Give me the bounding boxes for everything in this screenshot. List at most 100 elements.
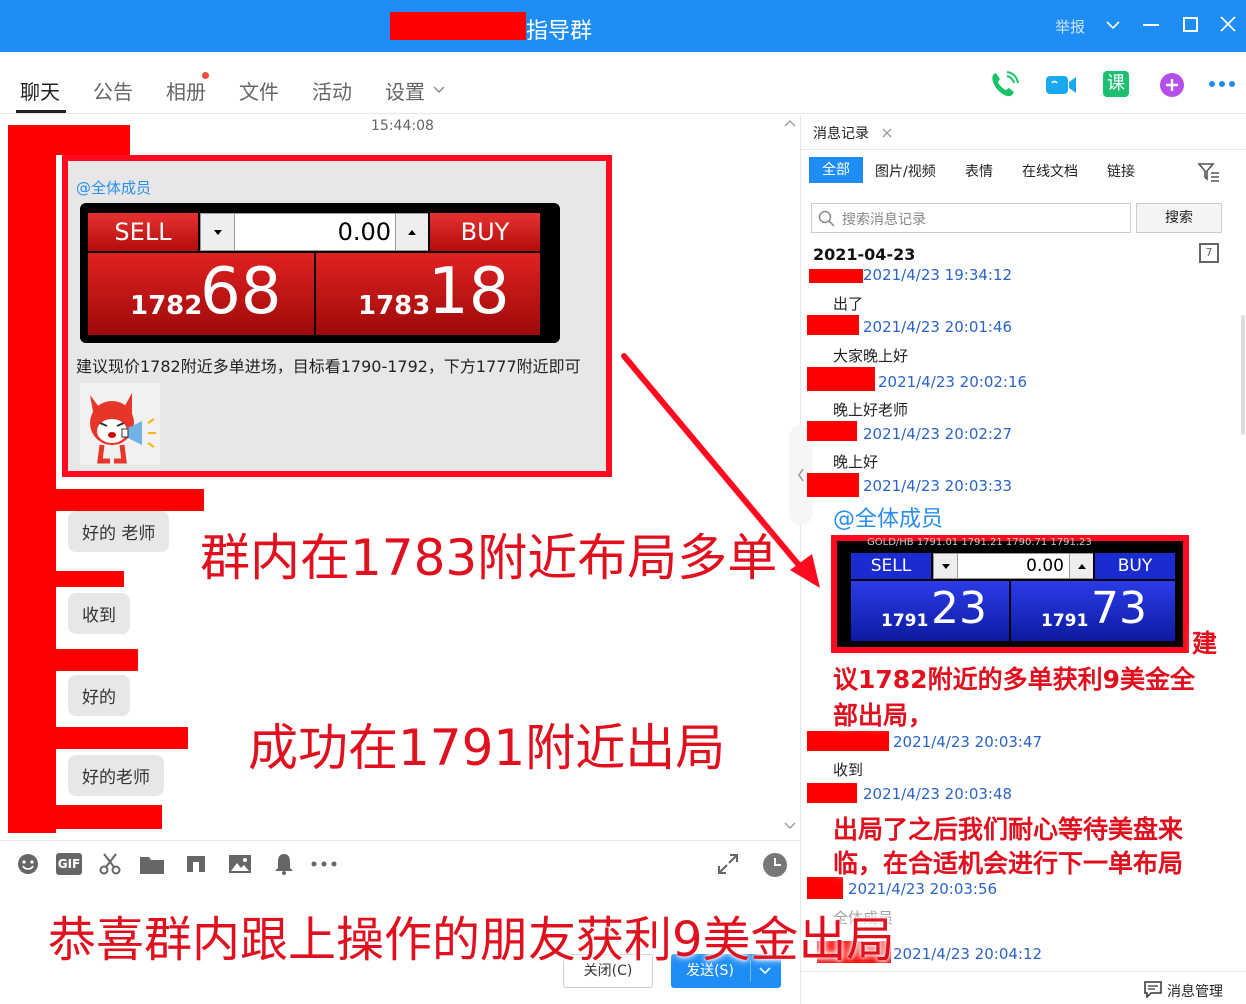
side-quantity-stepper[interactable]: 0.00 (933, 553, 1093, 579)
mention-all[interactable]: @全体成员 (833, 501, 943, 533)
redacted-reply-sender-4 (40, 727, 188, 749)
footer-divider (801, 971, 1246, 972)
side-sell-button[interactable]: SELL (851, 553, 931, 579)
message-time: 2021/4/23 20:03:56 (848, 880, 998, 898)
add-app-icon[interactable] (1158, 71, 1188, 99)
message-time: 2021/4/23 20:03:48 (863, 785, 1013, 803)
filter-all[interactable]: 全部 (809, 157, 863, 183)
gif-icon[interactable]: GIF (56, 853, 82, 875)
message-time: 2021/4/23 19:34:12 (863, 266, 1013, 284)
message-text: 晚上好老师 (833, 401, 909, 419)
trade-widget: SELL 0.00 BUY 1782 68 1783 18 (80, 203, 560, 343)
close-window-button[interactable] (1218, 14, 1238, 34)
tab-activity[interactable]: 活动 (312, 76, 352, 105)
side-buy-panel[interactable]: 1791 73 (1011, 581, 1175, 641)
buy-button[interactable]: BUY (430, 213, 540, 251)
quantity-decrease-button[interactable] (201, 214, 235, 250)
buy-price-panel[interactable]: 1783 18 (316, 253, 540, 335)
tab-bar: 聊天 公告 相册 文件 活动 设置 课 (0, 52, 1246, 114)
search-icon (818, 210, 836, 228)
buy-price-big: 18 (428, 255, 510, 329)
message-time: 2021/4/23 20:04:12 (893, 945, 1043, 963)
chevron-down-icon[interactable] (1104, 16, 1122, 34)
redacted-group-name (390, 12, 526, 40)
minimize-button[interactable] (1143, 24, 1159, 26)
message-time: 2021/4/23 20:02:27 (863, 425, 1013, 443)
toolbar-more-icon[interactable] (310, 860, 338, 868)
message-manage-link[interactable]: 消息管理 (1167, 981, 1223, 1001)
redacted-reply-sender-5 (40, 805, 162, 829)
image-icon[interactable] (228, 852, 252, 876)
filter-links[interactable]: 链接 (1107, 161, 1135, 181)
side-quantity-value[interactable]: 0.00 (964, 556, 1064, 576)
video-call-icon[interactable] (1044, 72, 1078, 98)
mention-all[interactable]: @全体成员 (76, 177, 151, 198)
message-text: 晚上好 (833, 453, 879, 471)
redacted-reply-sender-1 (40, 489, 204, 511)
side-buy-button[interactable]: BUY (1095, 553, 1175, 579)
buy-price-prefix: 1783 (358, 291, 431, 321)
emoji-icon[interactable] (16, 852, 40, 876)
message-timestamp: 15:44:08 (371, 118, 434, 134)
folder-icon[interactable] (139, 852, 165, 876)
side-annotation: 建 (1192, 629, 1218, 658)
filter-media[interactable]: 图片/视频 (875, 161, 936, 181)
fox-megaphone-sticker (80, 383, 160, 465)
redacted-reply-sender-3 (40, 649, 138, 671)
screenshot-scissors-icon[interactable] (98, 852, 122, 876)
expand-icon[interactable] (716, 852, 740, 876)
search-placeholder: 搜索消息记录 (842, 212, 926, 228)
filter-settings-icon[interactable] (1197, 161, 1221, 183)
message-time: 2021/4/23 20:02:16 (878, 373, 1028, 391)
quantity-stepper[interactable]: 0.00 (200, 213, 428, 251)
scroll-up-icon[interactable] (784, 118, 796, 128)
tab-chat[interactable]: 聊天 (20, 76, 60, 105)
redacted-sender (807, 731, 889, 751)
bell-icon[interactable] (272, 852, 296, 876)
more-options-icon[interactable] (1208, 80, 1238, 88)
side-sell-big: 23 (931, 583, 987, 634)
music-icon[interactable] (184, 852, 208, 876)
side-trade-header: GOLD/HB 1791.01 1791.21 1790.71 1791.23 (867, 537, 1092, 548)
voice-call-icon[interactable] (988, 70, 1020, 100)
redacted-sender-name (50, 125, 130, 155)
side-annotation: 临，在合适机会进行下一单布局 (833, 849, 1184, 878)
side-annotation: 议1782附近的多单获利9美金全 (833, 665, 1195, 694)
calendar-icon[interactable]: 7 (1199, 243, 1219, 263)
advice-text: 建议现价1782附近多单进场，目标看1790-1792，下方1777附近即可 (76, 357, 581, 376)
side-increase-button[interactable] (1069, 554, 1093, 578)
search-button[interactable]: 搜索 (1136, 203, 1222, 233)
history-close-icon[interactable] (881, 127, 893, 139)
course-icon[interactable]: 课 (1103, 71, 1129, 97)
history-tab-title[interactable]: 消息记录 (813, 123, 869, 143)
message-time: 2021/4/23 20:03:47 (893, 733, 1043, 751)
side-buy-big: 73 (1091, 583, 1147, 634)
sell-button[interactable]: SELL (88, 213, 198, 251)
tab-announcement[interactable]: 公告 (93, 76, 133, 105)
history-clock-icon[interactable] (762, 852, 788, 878)
redacted-sender (807, 877, 843, 899)
history-scrollbar[interactable] (1241, 315, 1245, 435)
message-text: 出了 (833, 295, 864, 313)
side-decrease-button[interactable] (934, 554, 958, 578)
side-annotation: 部出局， (833, 701, 934, 730)
input-divider (0, 840, 800, 841)
tab-album[interactable]: 相册 (166, 76, 206, 105)
settings-chevron-icon (432, 82, 446, 96)
sell-price-panel[interactable]: 1782 68 (88, 253, 314, 335)
tab-settings[interactable]: 设置 (385, 76, 425, 105)
reply-bubble-2: 收到 (68, 593, 130, 634)
search-input[interactable]: 搜索消息记录 (811, 203, 1131, 233)
scroll-down-icon[interactable] (784, 821, 796, 831)
side-sell-panel[interactable]: 1791 23 (851, 581, 1009, 641)
quantity-increase-button[interactable] (395, 214, 428, 250)
window-title: 指导群 (526, 19, 593, 44)
message-manage-icon[interactable] (1143, 980, 1163, 998)
side-sell-prefix: 1791 (881, 611, 929, 631)
filter-emoji[interactable]: 表情 (965, 161, 993, 181)
tab-files[interactable]: 文件 (239, 76, 279, 105)
maximize-button[interactable] (1183, 17, 1198, 32)
filter-docs[interactable]: 在线文档 (1022, 161, 1078, 181)
report-link[interactable]: 举报 (1055, 16, 1085, 37)
quantity-value[interactable]: 0.00 (241, 218, 391, 246)
